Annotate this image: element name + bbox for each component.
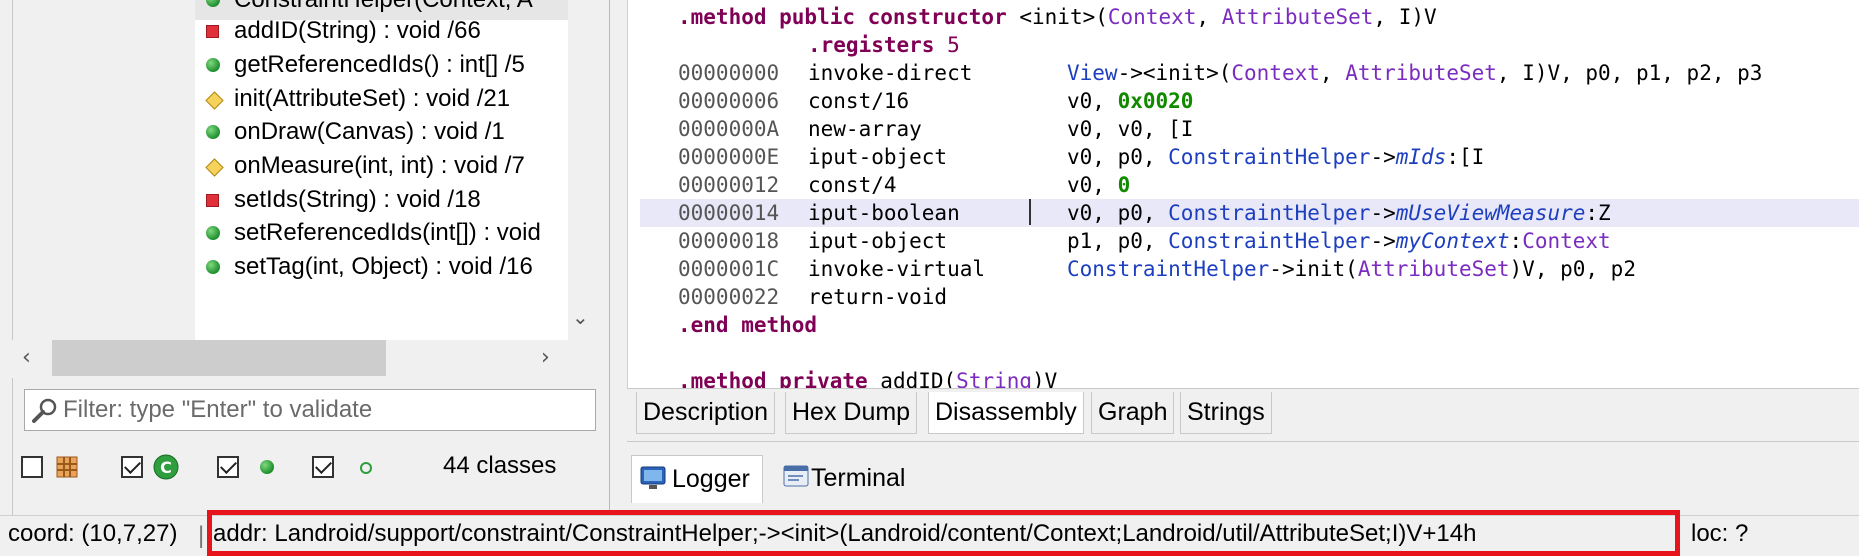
code-line[interactable]: 00000000 invoke-direct View-><init>(Contex… <box>640 59 1859 87</box>
show-classes-checkbox[interactable] <box>21 456 43 478</box>
method-end-line: .end method <box>678 313 818 337</box>
code-line[interactable]: 0000001C invoke-virtual ConstraintHelper->… <box>640 255 1859 283</box>
package-grid-icon <box>56 456 78 478</box>
monitor-icon <box>640 466 666 489</box>
code-line[interactable]: 00000012 const/4 v0, 0 <box>640 171 1859 199</box>
code-gutter <box>627 0 640 388</box>
public-method-icon <box>206 0 220 7</box>
class-c-icon: C <box>153 454 179 480</box>
tab-terminal[interactable]: Terminal <box>775 455 905 503</box>
status-addr: addr: Landroid/support/constraint/Constr… <box>213 520 1477 547</box>
tab-hex-dump[interactable]: Hex Dump <box>785 392 918 434</box>
code-line[interactable]: 00000022 return-void <box>640 283 1859 311</box>
public-method-icon <box>206 125 220 139</box>
private-method-icon <box>206 194 219 207</box>
public-method-icon <box>260 460 274 474</box>
code-line[interactable]: 00000006 const/16 v0, 0x0020 <box>640 87 1859 115</box>
method-header-line: .method public constructor <init>(Contex… <box>678 5 1437 29</box>
registers-line: .registers 5 <box>808 33 960 57</box>
scroll-right-arrow-icon[interactable]: › <box>541 345 550 370</box>
public-method-icon <box>206 226 220 240</box>
status-separator: | <box>198 522 205 549</box>
field-icon <box>360 462 372 474</box>
tab-logger[interactable]: Logger <box>631 455 763 503</box>
package-method-icon <box>205 91 224 110</box>
scroll-down-arrow-icon[interactable]: ⌄ <box>572 305 592 335</box>
scrollbar-thumb[interactable] <box>52 340 386 376</box>
show-private-checkbox[interactable] <box>312 456 334 478</box>
tab-disassembly[interactable]: Disassembly <box>928 392 1084 434</box>
code-line[interactable]: 0000000E iput-object v0, p0, ConstraintHel… <box>640 143 1859 171</box>
code-line-selected[interactable]: 00000014 iput-boolean v0, p0, ConstraintHe… <box>640 199 1859 227</box>
package-method-icon <box>205 158 224 177</box>
private-method-icon <box>206 25 219 38</box>
method-list[interactable]: ConstraintHelper(Context, A addID(String… <box>195 0 568 340</box>
disassembly-view[interactable]: .method public constructor <init>(Contex… <box>640 0 1859 388</box>
public-method-icon <box>206 260 220 274</box>
class-count: 44 classes <box>443 452 557 479</box>
code-line[interactable]: 00000018 iput-object p1, p0, ConstraintHel… <box>640 227 1859 255</box>
scroll-left-arrow-icon[interactable]: ‹ <box>22 345 31 370</box>
show-public-checkbox[interactable] <box>217 456 239 478</box>
filter-input[interactable] <box>63 390 583 430</box>
method-header-line: .method private addID(String)V <box>678 369 1058 388</box>
status-coord: coord: (10,7,27) <box>8 520 178 547</box>
status-loc: loc: ? <box>1691 520 1749 547</box>
text-caret <box>1029 199 1031 225</box>
show-constructors-checkbox[interactable] <box>121 456 143 478</box>
svg-text:C: C <box>160 458 172 477</box>
tab-strings[interactable]: Strings <box>1180 392 1272 434</box>
tab-description[interactable]: Description <box>636 392 776 434</box>
code-line[interactable]: 0000000A new-array v0, v0, [I <box>640 115 1859 143</box>
search-icon <box>32 398 57 423</box>
terminal-icon <box>783 465 809 487</box>
method-item[interactable]: setTag(int, Object) : void /16 <box>195 247 568 287</box>
public-method-icon <box>206 58 220 72</box>
tab-graph[interactable]: Graph <box>1091 392 1175 434</box>
filter-box[interactable] <box>24 389 596 431</box>
